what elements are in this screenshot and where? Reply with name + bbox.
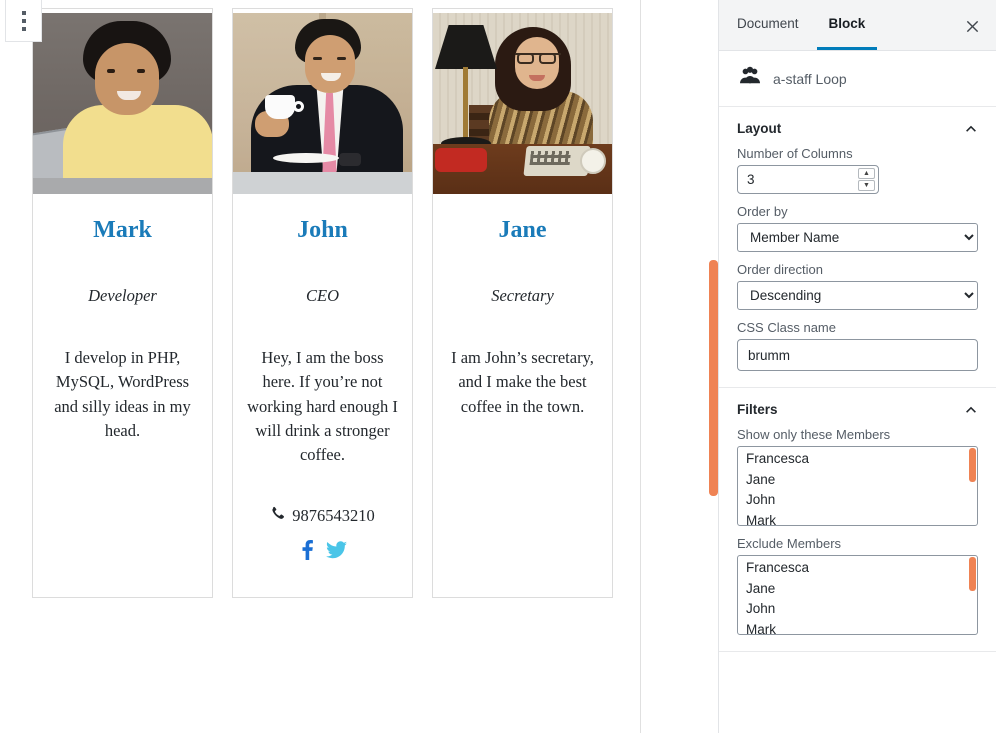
staff-phone-number: 9876543210: [292, 505, 375, 525]
block-settings-sidebar: Document Block a-staff Loop Layout Numbe…: [718, 0, 996, 733]
stepper-up-icon[interactable]: ▲: [858, 168, 875, 179]
list-item[interactable]: Mark: [738, 511, 977, 526]
staff-name: Jane: [498, 217, 547, 243]
staff-phone-row: 9876543210: [233, 506, 412, 526]
panel-filters-header[interactable]: Filters: [737, 402, 978, 417]
post-editor: Mark Developer I develop in PHP, MySQL, …: [0, 0, 718, 733]
field-order-by: Order by Member Name: [737, 204, 978, 252]
list-item[interactable]: Francesca: [738, 558, 977, 579]
field-number-of-columns: Number of Columns ▲ ▼: [737, 146, 978, 194]
twitter-icon[interactable]: [325, 540, 347, 565]
field-order-direction: Order direction Descending: [737, 262, 978, 310]
staff-photo: [33, 13, 212, 194]
listbox-scrollbar[interactable]: [969, 448, 976, 525]
stepper-down-icon[interactable]: ▼: [858, 180, 875, 191]
listbox-scrollbar-thumb[interactable]: [969, 557, 976, 591]
staff-bio: Hey, I am the boss here. If you’re not w…: [247, 347, 398, 465]
staff-role: Developer: [88, 285, 157, 305]
field-show-only-members: Show only these Members Francesca Jane J…: [737, 427, 978, 526]
editor-scrollbar-thumb[interactable]: [709, 260, 718, 496]
css-class-name-input[interactable]: [737, 339, 978, 371]
editor-canvas: Mark Developer I develop in PHP, MySQL, …: [0, 0, 641, 733]
panel-layout-header[interactable]: Layout: [737, 121, 978, 136]
label-number-of-columns: Number of Columns: [737, 146, 853, 161]
staff-name: John: [297, 217, 348, 243]
label-css-class-name: CSS Class name: [737, 320, 836, 335]
editor-scrollbar[interactable]: [709, 0, 718, 733]
chevron-up-icon[interactable]: [964, 403, 978, 417]
facebook-icon[interactable]: [299, 539, 316, 565]
staff-bio: I am John’s secretary, and I make the be…: [451, 347, 594, 416]
list-item[interactable]: John: [738, 599, 977, 620]
label-exclude-members: Exclude Members: [737, 536, 842, 551]
panel-filters-title: Filters: [737, 402, 778, 417]
label-order-by: Order by: [737, 204, 788, 219]
sidebar-tabs: Document Block: [719, 0, 996, 51]
selected-block-header: a-staff Loop: [719, 51, 996, 107]
staff-role: Secretary: [491, 285, 554, 305]
staff-name: Mark: [93, 217, 152, 243]
listbox-scrollbar-thumb[interactable]: [969, 448, 976, 482]
label-order-direction: Order direction: [737, 262, 823, 277]
staff-card[interactable]: Jane Secretary I am John’s secretary, an…: [432, 8, 613, 598]
staff-role: CEO: [306, 285, 339, 305]
staff-photo: [233, 13, 412, 194]
tab-document[interactable]: Document: [725, 0, 811, 50]
field-css-class-name: CSS Class name: [737, 320, 978, 371]
staff-photo: [433, 13, 612, 194]
order-by-select[interactable]: Member Name: [737, 223, 978, 252]
number-stepper[interactable]: ▲ ▼: [858, 168, 875, 191]
staff-loop-block[interactable]: Mark Developer I develop in PHP, MySQL, …: [0, 0, 641, 733]
list-item[interactable]: Jane: [738, 470, 977, 491]
staff-bio: I develop in PHP, MySQL, WordPress and s…: [54, 347, 191, 441]
staff-social-links: [233, 539, 412, 565]
order-direction-select[interactable]: Descending: [737, 281, 978, 310]
close-icon[interactable]: [958, 12, 986, 40]
panel-filters: Filters Show only these Members Francesc…: [719, 388, 996, 652]
vertical-dots-icon: [21, 10, 26, 31]
tab-block[interactable]: Block: [816, 0, 878, 50]
panel-layout: Layout Number of Columns ▲ ▼: [719, 107, 996, 388]
panel-layout-title: Layout: [737, 121, 782, 136]
staff-card[interactable]: John CEO Hey, I am the boss here. If you…: [232, 8, 413, 598]
phone-icon: [270, 506, 285, 526]
exclude-members-listbox[interactable]: Francesca Jane John Mark: [737, 555, 978, 635]
listbox-scrollbar[interactable]: [969, 557, 976, 634]
label-show-only-members: Show only these Members: [737, 427, 891, 442]
list-item[interactable]: Jane: [738, 579, 977, 600]
group-people-icon: [739, 66, 761, 91]
field-exclude-members: Exclude Members Francesca Jane John Mark: [737, 536, 978, 635]
list-item[interactable]: John: [738, 490, 977, 511]
list-item[interactable]: Francesca: [738, 449, 977, 470]
selected-block-title: a-staff Loop: [773, 70, 847, 87]
staff-card[interactable]: Mark Developer I develop in PHP, MySQL, …: [32, 8, 213, 598]
chevron-up-icon[interactable]: [964, 122, 978, 136]
list-item[interactable]: Mark: [738, 620, 977, 635]
app-root: Mark Developer I develop in PHP, MySQL, …: [0, 0, 996, 733]
show-only-members-listbox[interactable]: Francesca Jane John Mark: [737, 446, 978, 526]
block-options-handle[interactable]: [5, 0, 42, 42]
